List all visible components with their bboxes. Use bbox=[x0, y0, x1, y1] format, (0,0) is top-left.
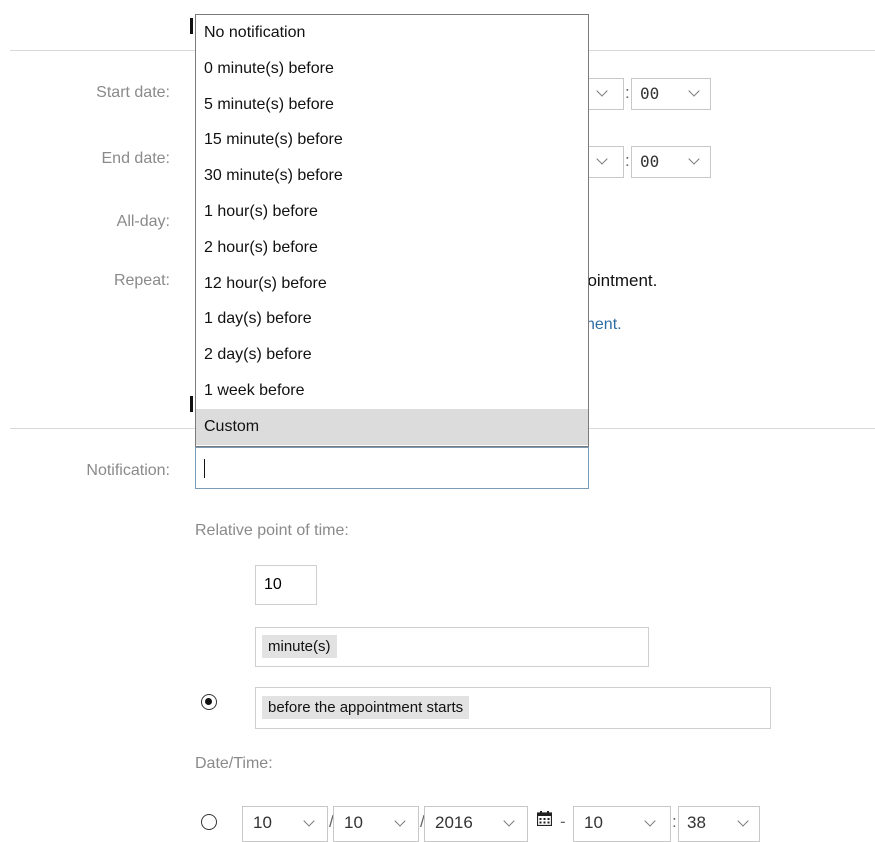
all-day-label: All-day: bbox=[116, 213, 170, 230]
chevron-down-icon bbox=[303, 815, 315, 827]
text-cursor bbox=[204, 459, 205, 478]
hidden-control-edge bbox=[190, 396, 193, 412]
hour-value: 10 bbox=[584, 813, 603, 832]
notification-option[interactable]: 5 minute(s) before bbox=[196, 87, 588, 123]
day-select[interactable]: 10 bbox=[242, 806, 328, 842]
relative-anchor-value: before the appointment starts bbox=[262, 696, 470, 719]
chevron-down-icon bbox=[644, 815, 656, 827]
notification-option[interactable]: 0 minute(s) before bbox=[196, 51, 588, 87]
notification-option[interactable]: Custom bbox=[196, 408, 588, 445]
month-value: 10 bbox=[344, 813, 363, 832]
repeat-edit-link[interactable]: nent. bbox=[586, 316, 622, 334]
notification-option[interactable]: No notification bbox=[196, 15, 588, 51]
chevron-down-icon bbox=[596, 153, 608, 165]
start-minute-value: 00 bbox=[640, 84, 660, 103]
chevron-down-icon bbox=[737, 815, 749, 827]
month-select[interactable]: 10 bbox=[333, 806, 419, 842]
end-date-label: End date: bbox=[101, 150, 171, 167]
relative-unit-select[interactable]: minute(s) bbox=[255, 627, 649, 667]
notification-option[interactable]: 1 hour(s) before bbox=[196, 194, 588, 230]
end-minute-select[interactable]: 00 bbox=[631, 146, 711, 178]
notification-dropdown-list[interactable]: No notification 0 minute(s) before 5 minut… bbox=[195, 14, 589, 447]
relative-time-heading: Relative point of time: bbox=[195, 522, 349, 539]
relative-unit-value: minute(s) bbox=[262, 635, 337, 658]
time-separator: : bbox=[625, 83, 630, 102]
chevron-down-icon bbox=[394, 815, 406, 827]
notification-option[interactable]: 1 day(s) before bbox=[196, 301, 588, 337]
date-time-radio[interactable] bbox=[201, 814, 217, 830]
date-time-heading: Date/Time: bbox=[195, 755, 273, 772]
repeat-description: pointment. bbox=[578, 271, 658, 290]
end-minute-value: 00 bbox=[640, 152, 660, 171]
chevron-down-icon bbox=[596, 85, 608, 97]
notification-input[interactable] bbox=[195, 447, 589, 489]
start-minute-select[interactable]: 00 bbox=[631, 78, 711, 110]
relative-amount-input[interactable]: 10 bbox=[255, 565, 317, 605]
chevron-down-icon bbox=[688, 153, 700, 165]
year-select[interactable]: 2016 bbox=[424, 806, 528, 842]
time-separator: : bbox=[672, 812, 677, 831]
minute-value: 38 bbox=[687, 813, 706, 832]
notification-option[interactable]: 1 week before bbox=[196, 373, 588, 409]
time-separator: : bbox=[625, 151, 630, 170]
notification-option[interactable]: 30 minute(s) before bbox=[196, 158, 588, 194]
day-value: 10 bbox=[253, 813, 272, 832]
minute-select[interactable]: 38 bbox=[678, 806, 760, 842]
relative-anchor-select[interactable]: before the appointment starts bbox=[255, 687, 771, 729]
notification-option[interactable]: 2 day(s) before bbox=[196, 337, 588, 373]
relative-time-radio[interactable] bbox=[201, 694, 217, 710]
chevron-down-icon bbox=[688, 85, 700, 97]
notification-option[interactable]: 12 hour(s) before bbox=[196, 266, 588, 302]
notification-label: Notification: bbox=[86, 462, 170, 479]
repeat-label: Repeat: bbox=[113, 272, 170, 289]
chevron-down-icon bbox=[503, 815, 515, 827]
notification-option[interactable]: 2 hour(s) before bbox=[196, 230, 588, 266]
year-value: 2016 bbox=[435, 813, 473, 832]
start-date-label: Start date: bbox=[96, 84, 170, 101]
calendar-icon[interactable] bbox=[536, 811, 553, 827]
relative-amount-value: 10 bbox=[264, 576, 282, 593]
notification-option[interactable]: 15 minute(s) before bbox=[196, 122, 588, 158]
hidden-control-edge bbox=[190, 18, 193, 34]
hour-select[interactable]: 10 bbox=[573, 806, 671, 842]
time-range-dash: - bbox=[560, 812, 566, 831]
